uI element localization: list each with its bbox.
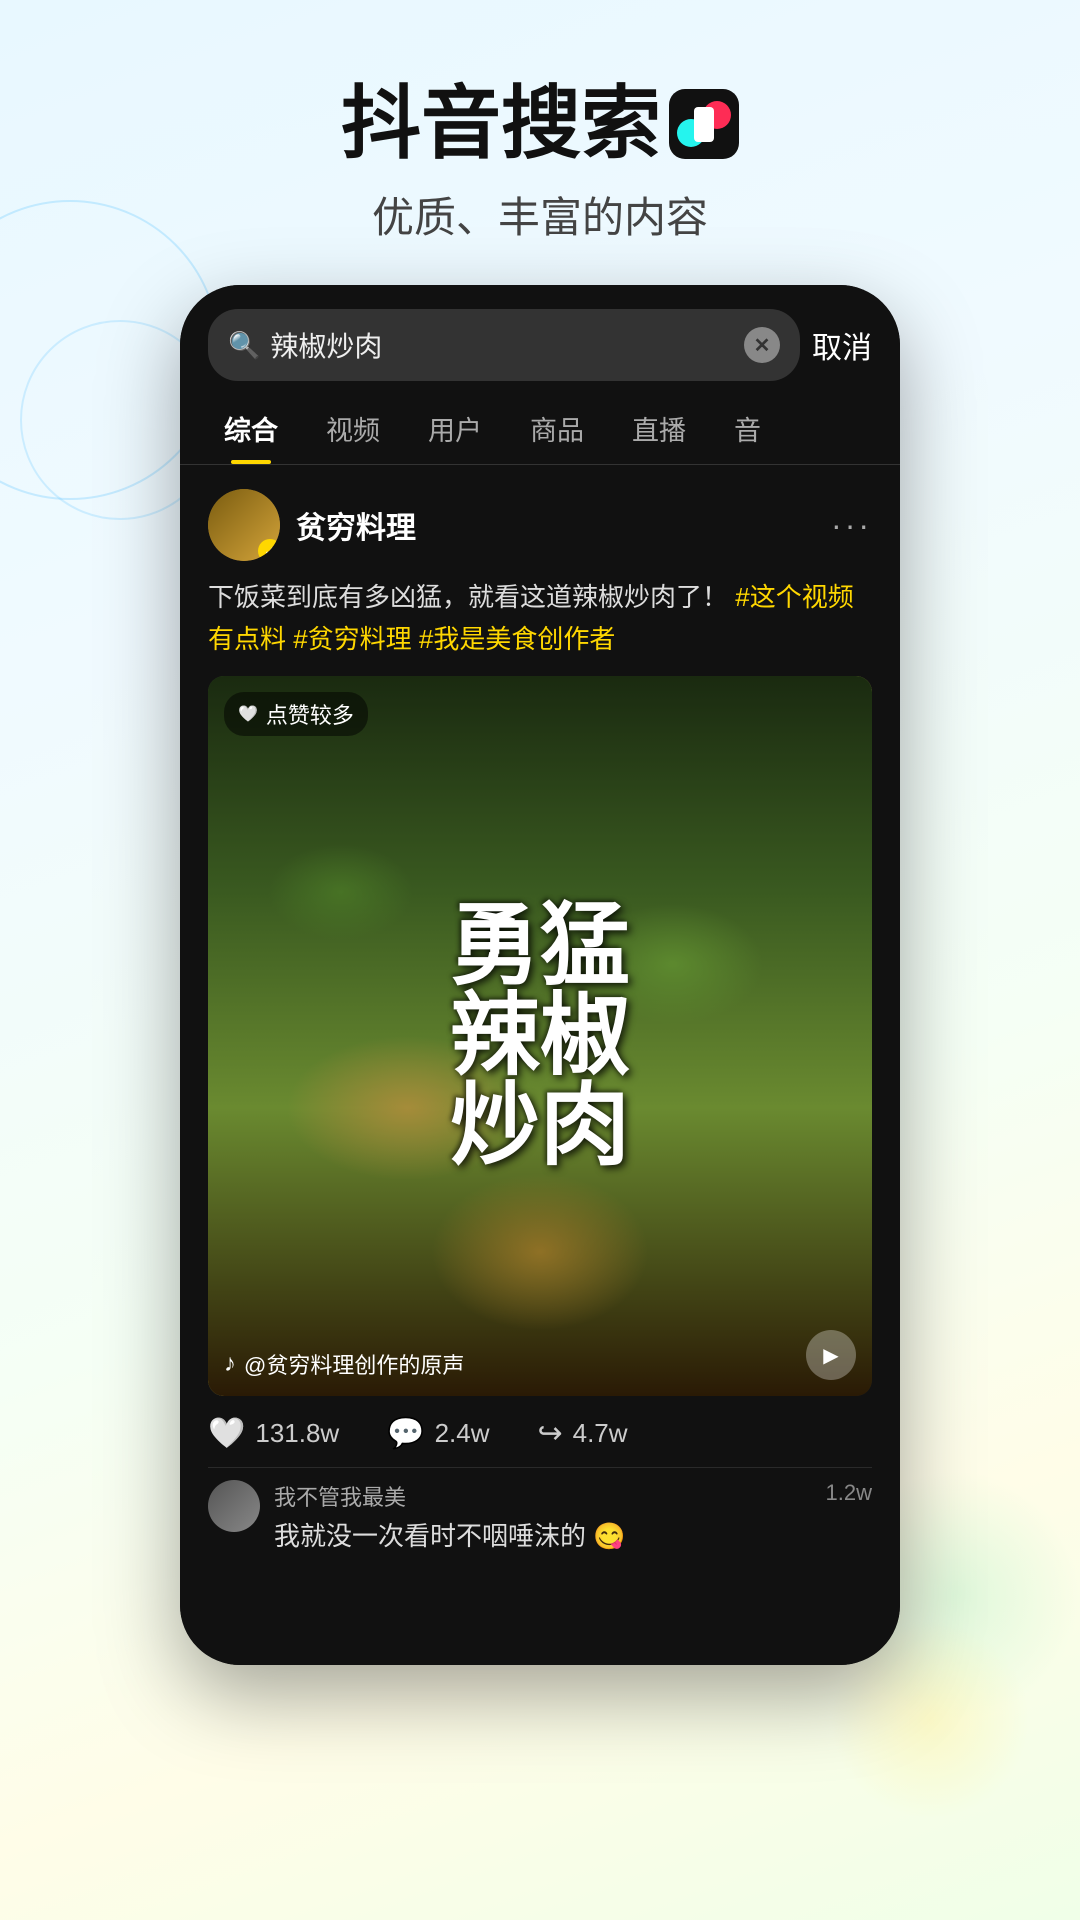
likes-count[interactable]: 🤍 131.8w [208,1416,339,1451]
post-text: 下饭菜到底有多凶猛，就看这道辣椒炒肉了！ #这个视频有点料 #贫穷料理 #我是美… [208,577,872,660]
header-section: 抖音搜索 优质、丰富的内容 [0,0,1080,285]
comment-text: 我就没一次看时不咽唾沫的 😋 [274,1516,812,1553]
likes-badge-text: 点赞较多 [266,698,354,730]
app-content: 🔍 辣椒炒肉 ✕ 取消 综合 视频 用户 商品 [180,285,900,1665]
phone-device: 🔍 辣椒炒肉 ✕ 取消 综合 视频 用户 商品 [180,285,900,1665]
likes-value: 131.8w [255,1418,339,1449]
shares-value: 4.7w [573,1418,628,1449]
comment-icon: 💬 [387,1416,424,1451]
comment-content: 我不管我最美 我就没一次看时不咽唾沫的 😋 [274,1480,812,1553]
search-input-container[interactable]: 🔍 辣椒炒肉 ✕ [208,309,800,381]
comment-preview: 我不管我最美 我就没一次看时不咽唾沫的 😋 1.2w [208,1467,872,1565]
main-title: 抖音搜索 [0,80,1080,168]
tab-用户[interactable]: 用户 [404,393,506,464]
title-text: 抖音搜索 [341,80,661,168]
video-title-text: 勇猛辣椒炒肉 [430,901,650,1171]
video-thumbnail[interactable]: 勇猛辣椒炒肉 🤍 点赞较多 ♪ @贫穷料理创作的原声 ▶ [208,676,872,1396]
creator-name[interactable]: 贫穷料理 [296,503,416,547]
shares-count[interactable]: ↪ 4.7w [537,1416,627,1451]
creator-info: ✓ 贫穷料理 [208,489,416,561]
search-bar: 🔍 辣椒炒肉 ✕ 取消 [180,285,900,393]
more-options-button[interactable]: ··· [831,507,872,544]
engagement-row: 🤍 131.8w 💬 2.4w ↪ 4.7w [208,1396,872,1467]
subtitle-text: 优质、丰富的内容 [0,184,1080,245]
play-button[interactable]: ▶ [806,1330,856,1380]
search-icon: 🔍 [228,330,260,361]
phone-wrapper: 🔍 辣椒炒肉 ✕ 取消 综合 视频 用户 商品 [0,285,1080,1665]
likes-badge: 🤍 点赞较多 [224,692,368,736]
search-results: ✓ 贫穷料理 ··· 下饭菜到底有多凶猛，就看这道辣椒炒肉了！ #这个视频有点料… [180,465,900,1565]
sound-label: @贫穷料理创作的原声 [244,1348,464,1380]
verified-badge: ✓ [258,539,280,561]
tiktok-logo-icon [669,89,739,159]
post-body-text: 下饭菜到底有多凶猛，就看这道辣椒炒肉了！ [208,582,728,612]
tiktok-logo-inner [694,107,714,142]
search-tabs: 综合 视频 用户 商品 直播 音 [180,393,900,465]
heart-icon: 🤍 [238,704,258,724]
commenter-avatar [208,1480,260,1532]
tab-商品[interactable]: 商品 [506,393,608,464]
comments-value: 2.4w [435,1418,490,1449]
tab-直播[interactable]: 直播 [608,393,710,464]
search-query-text: 辣椒炒肉 [270,325,734,365]
tab-综合[interactable]: 综合 [200,393,302,464]
cancel-button[interactable]: 取消 [812,323,872,367]
tab-音[interactable]: 音 [710,393,785,464]
video-overlay: 勇猛辣椒炒肉 [208,676,872,1396]
commenter-username: 我不管我最美 [274,1480,812,1512]
comments-count[interactable]: 💬 2.4w [387,1416,489,1451]
creator-avatar[interactable]: ✓ [208,489,280,561]
tab-视频[interactable]: 视频 [302,393,404,464]
clear-search-button[interactable]: ✕ [744,327,780,363]
tiktok-music-icon: ♪ [224,1350,236,1378]
share-icon: ↪ [537,1416,562,1451]
heart-icon: 🤍 [208,1416,245,1451]
sound-bar[interactable]: ♪ @贫穷料理创作的原声 [224,1348,464,1380]
comment-count: 1.2w [826,1480,872,1506]
creator-row: ✓ 贫穷料理 ··· [208,489,872,561]
